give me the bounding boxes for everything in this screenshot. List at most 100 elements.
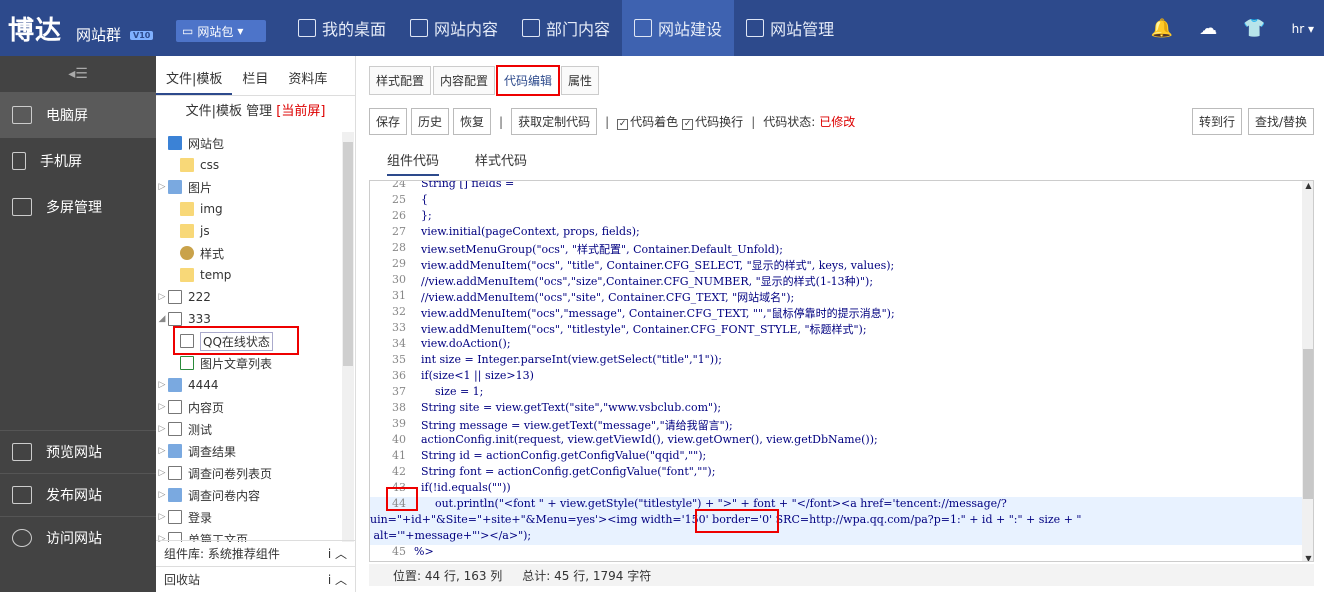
tree-item-label: 4444 bbox=[188, 378, 219, 392]
sidebar-item-visit[interactable]: 访问网站 bbox=[0, 516, 156, 559]
tree-item[interactable]: img bbox=[156, 198, 342, 220]
expand-icon[interactable]: ▷ bbox=[156, 468, 168, 478]
tab-component-code[interactable]: 组件代码 bbox=[387, 150, 440, 176]
cursor-position: 位置: 44 行, 163 列 bbox=[393, 568, 503, 583]
code-editor[interactable]: 24 String [] fields = 25 {26 }; 27 view.in… bbox=[369, 180, 1314, 562]
bell-icon[interactable]: 🔔 bbox=[1151, 18, 1173, 39]
folder-icon bbox=[180, 224, 194, 238]
tree-item-label: 调查结果 bbox=[188, 444, 237, 459]
tree-item[interactable]: ▷ 测试 bbox=[156, 418, 342, 440]
expand-icon[interactable]: ▷ bbox=[156, 402, 168, 412]
get-custom-code-button[interactable]: 获取定制代码 bbox=[511, 108, 598, 135]
tree-item[interactable]: css bbox=[156, 154, 342, 176]
tree-item-label: 图片文章列表 bbox=[200, 356, 273, 371]
tree-item[interactable]: ▷ 内容页 bbox=[156, 396, 342, 418]
tree-item[interactable]: ▷ 登录 bbox=[156, 506, 342, 528]
tree-item[interactable]: temp bbox=[156, 264, 342, 286]
tree-item[interactable]: ▷ 222 bbox=[156, 286, 342, 308]
code-line: 41 String id = actionConfig.getConfigVal… bbox=[370, 449, 1302, 465]
publish-icon bbox=[12, 486, 32, 504]
sidebar-item-preview[interactable]: 预览网站 bbox=[0, 430, 156, 473]
scroll-thumb[interactable] bbox=[343, 142, 353, 366]
scroll-thumb[interactable] bbox=[1303, 349, 1313, 499]
tree-item[interactable]: ▷ 图片 bbox=[156, 176, 342, 198]
code-line: 30 //view.addMenuItem("ocs","size",Conta… bbox=[370, 273, 1302, 289]
top-bar: 博达 网站群 V10 ▭ 网站包 ▾ 我的桌面 网站内容 部门内容 网站建设 网… bbox=[0, 0, 1324, 56]
sidebar-item-pc[interactable]: 电脑屏 bbox=[0, 92, 156, 138]
nav-my-desktop[interactable]: 我的桌面 bbox=[286, 0, 398, 56]
toolbar-right: 转到行 查找/替换 bbox=[1191, 108, 1314, 135]
line-text: int size = Integer.parseInt(view.getSele… bbox=[414, 353, 722, 366]
line-number: 40 bbox=[392, 433, 406, 446]
tree-item[interactable]: 样式 bbox=[156, 242, 342, 264]
find-replace-button[interactable]: 查找/替换 bbox=[1247, 108, 1314, 135]
expand-icon[interactable]: ▷ bbox=[156, 424, 168, 434]
tab-style-config[interactable]: 样式配置 bbox=[369, 66, 432, 95]
shirt-icon[interactable]: 👕 bbox=[1243, 18, 1265, 39]
tree-item[interactable]: 图片文章列表 bbox=[156, 352, 342, 374]
code-line: 42 String font = actionConfig.getConfigV… bbox=[370, 465, 1302, 481]
site-package-select[interactable]: ▭ 网站包 ▾ bbox=[176, 20, 266, 42]
recycle-bin-bar[interactable]: 回收站 ⅰ ︿ bbox=[156, 566, 355, 592]
goto-line-button[interactable]: 转到行 bbox=[1191, 108, 1242, 135]
expand-icon[interactable]: ▷ bbox=[156, 292, 168, 302]
top-right-tools: 🔔 ☁ 👕 hr ▾ bbox=[1151, 18, 1314, 39]
tab-files[interactable]: 文件|模板 bbox=[156, 56, 233, 95]
tree-scrollbar[interactable] bbox=[342, 132, 354, 542]
nav-site-content[interactable]: 网站内容 bbox=[398, 0, 510, 56]
tree-item[interactable]: js bbox=[156, 220, 342, 242]
restore-button[interactable]: 恢复 bbox=[453, 108, 492, 135]
checkbox-label: 代码换行 bbox=[695, 115, 744, 129]
tree-item[interactable]: ▷ 调查问卷列表页 bbox=[156, 462, 342, 484]
tree-item[interactable]: 网站包 bbox=[156, 132, 342, 154]
tree-item[interactable]: ▷ 调查问卷内容 bbox=[156, 484, 342, 506]
expand-icon[interactable]: ▷ bbox=[156, 182, 168, 192]
code-lines: 24 String [] fields = 25 {26 }; 27 view.in… bbox=[370, 181, 1302, 561]
nav-site-build[interactable]: 网站建设 bbox=[622, 0, 735, 56]
sidebar-item-mobile[interactable]: 手机屏 bbox=[0, 138, 156, 184]
divider: | bbox=[605, 114, 610, 129]
history-button[interactable]: 历史 bbox=[411, 108, 450, 135]
collapse-icon[interactable]: ◢ bbox=[156, 314, 168, 324]
expand-icon[interactable]: ▷ bbox=[156, 512, 168, 522]
line-number: 31 bbox=[392, 289, 406, 302]
tree-item[interactable]: ▷ 调查结果 bbox=[156, 440, 342, 462]
scroll-down-icon[interactable]: ▼ bbox=[1302, 554, 1313, 561]
tab-properties[interactable]: 属性 bbox=[561, 66, 600, 95]
collapse-menu-icon[interactable]: ◂☰ bbox=[0, 56, 156, 92]
line-number: 25 bbox=[392, 193, 406, 206]
line-text: view.initial(pageContext, props, fields)… bbox=[414, 225, 640, 238]
component-library-bar[interactable]: 组件库: 系统推荐组件 ⅰ ︿ bbox=[156, 540, 355, 566]
sidebar-item-multiscreen[interactable]: 多屏管理 bbox=[0, 184, 156, 230]
info-chevron-up-icon[interactable]: ⅰ ︿ bbox=[328, 571, 347, 588]
file-icon bbox=[168, 510, 182, 524]
line-text: %> bbox=[414, 545, 434, 558]
expand-icon[interactable]: ▷ bbox=[156, 380, 168, 390]
code-wrap-checkbox[interactable]: ✓ 代码换行 bbox=[682, 113, 743, 130]
tree-item[interactable]: ▷ 4444 bbox=[156, 374, 342, 396]
version-badge: V10 bbox=[130, 31, 154, 40]
line-text: if(size<1 || size>13) bbox=[414, 369, 534, 382]
nav-site-manage[interactable]: 网站管理 bbox=[734, 0, 846, 56]
line-number: 30 bbox=[392, 273, 406, 286]
editor-scrollbar[interactable]: ▲ ▼ bbox=[1302, 181, 1313, 561]
expand-icon[interactable]: ▷ bbox=[156, 446, 168, 456]
cloud-icon[interactable]: ☁ bbox=[1199, 18, 1217, 39]
tab-content-config[interactable]: 内容配置 bbox=[433, 66, 496, 95]
user-menu[interactable]: hr ▾ bbox=[1292, 22, 1314, 36]
file-icon bbox=[168, 400, 182, 414]
tab-library[interactable]: 资料库 bbox=[278, 56, 337, 95]
scroll-up-icon[interactable]: ▲ bbox=[1302, 181, 1313, 190]
main-nav: 我的桌面 网站内容 部门内容 网站建设 网站管理 bbox=[286, 0, 846, 56]
nav-dept-content[interactable]: 部门内容 bbox=[510, 0, 622, 56]
info-chevron-up-icon[interactable]: ⅰ ︿ bbox=[328, 545, 347, 562]
sidebar-item-publish[interactable]: 发布网站 bbox=[0, 473, 156, 516]
tree-item-label: css bbox=[200, 158, 220, 172]
tab-style-code[interactable]: 样式代码 bbox=[475, 150, 527, 176]
checkbox-label: 代码着色 bbox=[630, 115, 679, 129]
code-color-checkbox[interactable]: ✓ 代码着色 bbox=[617, 113, 678, 130]
tab-columns[interactable]: 栏目 bbox=[232, 56, 278, 95]
tab-code-edit[interactable]: 代码编辑 bbox=[496, 65, 561, 96]
expand-icon[interactable]: ▷ bbox=[156, 490, 168, 500]
save-button[interactable]: 保存 bbox=[369, 108, 408, 135]
